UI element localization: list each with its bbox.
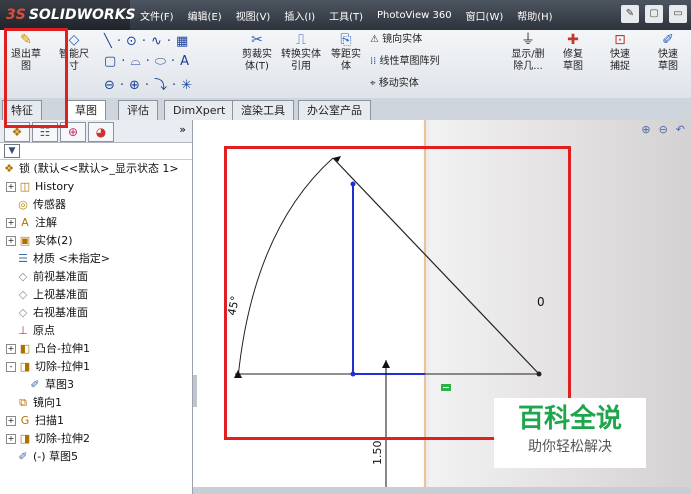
offset-entities-button[interactable]: ⎘ 等距实体 bbox=[326, 32, 366, 73]
tree-item[interactable]: ✐ 草图3 bbox=[28, 376, 74, 394]
linear-pattern-icon: ⁞⁞ bbox=[370, 56, 380, 67]
tab-evaluate[interactable]: 评估 bbox=[118, 100, 158, 120]
tree-item[interactable]: ⧉ 镜向1 bbox=[16, 394, 62, 412]
sketch-icon: ✐ bbox=[30, 378, 40, 391]
tree-item[interactable]: + ◫ History bbox=[6, 178, 74, 196]
history-icon: ◫ bbox=[19, 180, 31, 193]
sketch-icon: ✐ bbox=[18, 450, 28, 463]
tree-filter[interactable]: ▼ bbox=[0, 143, 192, 160]
mirror-icon: ⧉ bbox=[19, 396, 27, 409]
menu-file[interactable]: 文件(F) bbox=[140, 8, 174, 23]
tree-item[interactable]: + G 扫描1 bbox=[6, 412, 64, 430]
tree-item[interactable]: ⊥ 原点 bbox=[16, 322, 55, 340]
move-entities-button[interactable]: ⌖ 移动实体 bbox=[370, 78, 419, 90]
cut-extrude-icon: ◨ bbox=[19, 432, 31, 445]
linear-pattern-button[interactable]: ⁞⁞ 线性草图阵列 bbox=[370, 56, 440, 68]
solid-body-icon: ▣ bbox=[19, 234, 31, 247]
menu-bar: 文件(F) 编辑(E) 视图(V) 插入(I) 工具(T) PhotoView … bbox=[140, 0, 553, 30]
expand-panel-icon[interactable]: » bbox=[179, 123, 186, 136]
new-document-icon[interactable]: ▢ bbox=[645, 5, 663, 23]
tab-sketch[interactable]: 草图 bbox=[66, 100, 106, 120]
snap-icon: ⊡ bbox=[614, 32, 626, 48]
command-tabs: 特征 草图 评估 DimXpert 渲染工具 办公室产品 bbox=[0, 98, 691, 121]
part-icon: ❖ bbox=[4, 162, 14, 175]
offset-icon: ⎘ bbox=[340, 32, 352, 48]
tree-item[interactable]: - ◨ 切除-拉伸1 bbox=[6, 358, 90, 376]
material-icon: ☰ bbox=[18, 252, 28, 265]
tab-render-tools[interactable]: 渲染工具 bbox=[232, 100, 294, 120]
open-folder-icon[interactable]: ▭ bbox=[669, 5, 687, 23]
app-logo[interactable]: 3S SOLIDWORKS bbox=[0, 0, 136, 30]
display-manager-icon[interactable]: ◕ bbox=[88, 122, 114, 142]
trim-icon: ✂ bbox=[251, 32, 263, 48]
pin-icon[interactable]: ✎ bbox=[621, 5, 639, 23]
status-bar bbox=[193, 487, 691, 494]
tree-item[interactable]: + ◨ 切除-拉伸2 bbox=[6, 430, 90, 448]
feature-manager-panel: ❖ ☷ ⊕ ◕ » ▼ ❖ 锁 (默认<<默认>_显示状态 1> + ◫ Histor… bbox=[0, 120, 193, 494]
length-dimension[interactable]: 1.50 bbox=[371, 441, 384, 466]
watermark-subtitle: 助你轻松解决 bbox=[528, 439, 612, 455]
menu-view[interactable]: 视图(V) bbox=[236, 8, 271, 23]
plane-icon: ◇ bbox=[18, 270, 28, 283]
mirror-icon: ⚠ bbox=[370, 34, 383, 45]
highlight-exit-sketch bbox=[4, 28, 68, 128]
rapid-sketch-icon: ✐ bbox=[662, 32, 674, 48]
convert-entities-button[interactable]: ⎍ 转换实体引用 bbox=[280, 32, 322, 73]
point-tools-row[interactable]: ⊖·⊕·⤵·✳ bbox=[104, 74, 197, 93]
tree-item[interactable]: ✐ (-) 草图5 bbox=[16, 448, 78, 466]
line-tools-row[interactable]: ╲·⊙·∿·▦ bbox=[104, 34, 193, 49]
boss-extrude-icon: ◧ bbox=[19, 342, 31, 355]
sensor-icon: ◎ bbox=[18, 198, 28, 211]
menu-insert[interactable]: 插入(I) bbox=[284, 8, 315, 23]
tree-item[interactable]: + ▣ 实体(2) bbox=[6, 232, 73, 250]
tree-root[interactable]: ❖ 锁 (默认<<默认>_显示状态 1> bbox=[2, 160, 179, 178]
menu-tools[interactable]: 工具(T) bbox=[329, 8, 363, 23]
watermark-title: 百科全说 bbox=[517, 404, 622, 434]
show-delete-relations-button[interactable]: ⏚ 显示/删除几... bbox=[505, 32, 551, 73]
tab-office-products[interactable]: 办公室产品 bbox=[298, 100, 371, 120]
menu-window[interactable]: 窗口(W) bbox=[466, 8, 504, 23]
convert-icon: ⎍ bbox=[296, 32, 306, 48]
plane-icon: ◇ bbox=[18, 288, 28, 301]
filter-icon: ▼ bbox=[4, 144, 20, 158]
shape-tools-row[interactable]: ▢·⌓·⬭·A bbox=[104, 54, 194, 69]
panel-splitter[interactable] bbox=[193, 375, 197, 407]
repair-icon: ✚ bbox=[567, 32, 579, 48]
menu-help[interactable]: 帮助(H) bbox=[517, 8, 552, 23]
menu-photoview[interactable]: PhotoView 360 bbox=[377, 10, 452, 21]
command-manager: ✎ 退出草图 ◇ 智能尺寸 ╲·⊙·∿·▦ ▢·⌓·⬭·A ⊖·⊕·⤵·✳ ✂ … bbox=[0, 30, 691, 99]
tree-item[interactable]: ☰ 材质 <未指定> bbox=[16, 250, 110, 268]
mirror-entities-button[interactable]: ⚠ 镜向实体 bbox=[370, 34, 422, 46]
repair-sketch-button[interactable]: ✚ 修复草图 bbox=[554, 32, 592, 73]
tab-dimxpert[interactable]: DimXpert bbox=[164, 100, 235, 120]
quick-access: ✎ ▢ ▭ bbox=[621, 5, 687, 23]
quick-snaps-button[interactable]: ⊡ 快速捕捉 bbox=[600, 32, 640, 73]
relations-icon: ⏚ bbox=[521, 32, 535, 48]
sweep-icon: G bbox=[20, 414, 30, 427]
tree-item[interactable]: + A 注解 bbox=[6, 214, 57, 232]
watermark: 百科全说 助你轻松解决 bbox=[494, 398, 646, 468]
annotation-icon: A bbox=[21, 216, 29, 229]
menu-edit[interactable]: 编辑(E) bbox=[188, 8, 222, 23]
plane-icon: ◇ bbox=[18, 306, 28, 319]
tree-item[interactable]: ◇ 前视基准面 bbox=[16, 268, 88, 286]
cut-extrude-icon: ◨ bbox=[19, 360, 31, 373]
title-bar: 3S SOLIDWORKS 文件(F) 编辑(E) 视图(V) 插入(I) 工具(… bbox=[0, 0, 691, 30]
highlight-sketch-region bbox=[224, 146, 571, 440]
tree-item[interactable]: ◎ 传感器 bbox=[16, 196, 66, 214]
rapid-sketch-button[interactable]: ✐ 快速草图 bbox=[648, 32, 688, 73]
move-icon: ⌖ bbox=[370, 78, 379, 89]
trim-entities-button[interactable]: ✂ 剪裁实体(T) bbox=[236, 32, 278, 73]
tree-item[interactable]: ◇ 右视基准面 bbox=[16, 304, 88, 322]
tree-item[interactable]: + ◧ 凸台-拉伸1 bbox=[6, 340, 90, 358]
origin-icon: ⊥ bbox=[18, 324, 28, 337]
tree-item[interactable]: ◇ 上视基准面 bbox=[16, 286, 88, 304]
